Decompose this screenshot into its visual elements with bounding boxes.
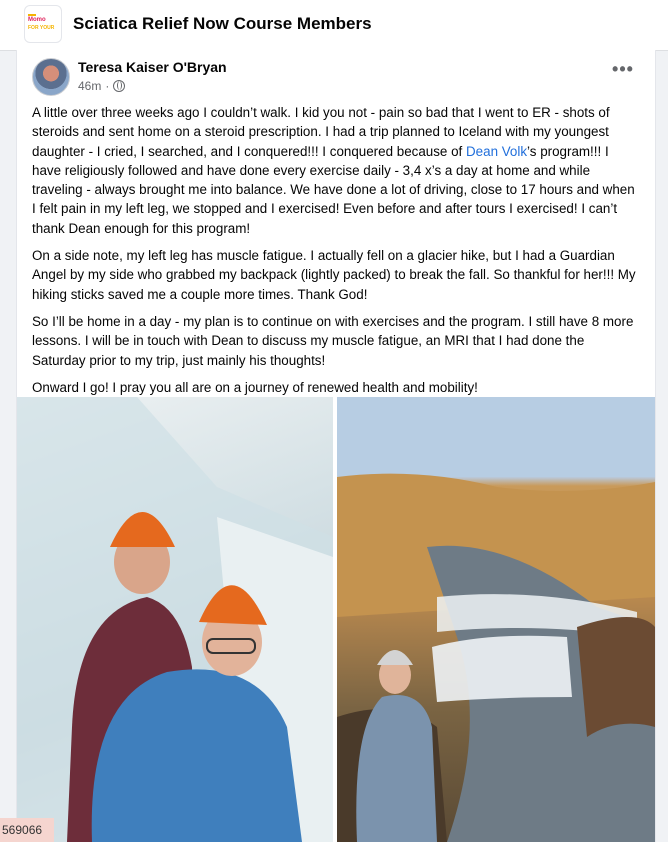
post-time[interactable]: 46m [78, 79, 101, 93]
logo-line1: Momo [28, 17, 46, 23]
footer-id-tag: 569066 [0, 818, 54, 842]
paragraph-3: So I’ll be home in a day - my plan is to… [32, 313, 634, 368]
paragraph-1: A little over three weeks ago I couldn’t… [32, 105, 635, 236]
logo-line2: FOR YOUR [28, 25, 55, 31]
group-logo[interactable]: Momo FOR YOUR [24, 5, 62, 43]
glacier-illustration [17, 397, 333, 842]
post-body: A little over three weeks ago I couldn’t… [32, 103, 640, 405]
group-title[interactable]: Sciatica Relief Now Course Members [73, 14, 372, 34]
mention-link[interactable]: Dean Volk [466, 144, 527, 159]
globe-icon[interactable] [113, 80, 126, 92]
paragraph-2: On a side note, my left leg has muscle f… [32, 248, 636, 302]
paragraph-4: Onward I go! I pray you all are on a jou… [32, 379, 478, 395]
photo-waterfall[interactable] [337, 397, 655, 842]
post-card: Teresa Kaiser O'Bryan 46m · ••• A little… [16, 50, 656, 842]
top-bar: Momo FOR YOUR Sciatica Relief Now Course… [0, 0, 668, 51]
logo-bar [28, 14, 36, 16]
post-meta: 46m · [78, 79, 126, 93]
photo-glacier[interactable] [17, 397, 333, 842]
author-name[interactable]: Teresa Kaiser O'Bryan [78, 59, 227, 75]
author-avatar[interactable] [32, 58, 70, 96]
more-options-button[interactable]: ••• [611, 60, 635, 80]
waterfall-illustration [337, 397, 655, 842]
